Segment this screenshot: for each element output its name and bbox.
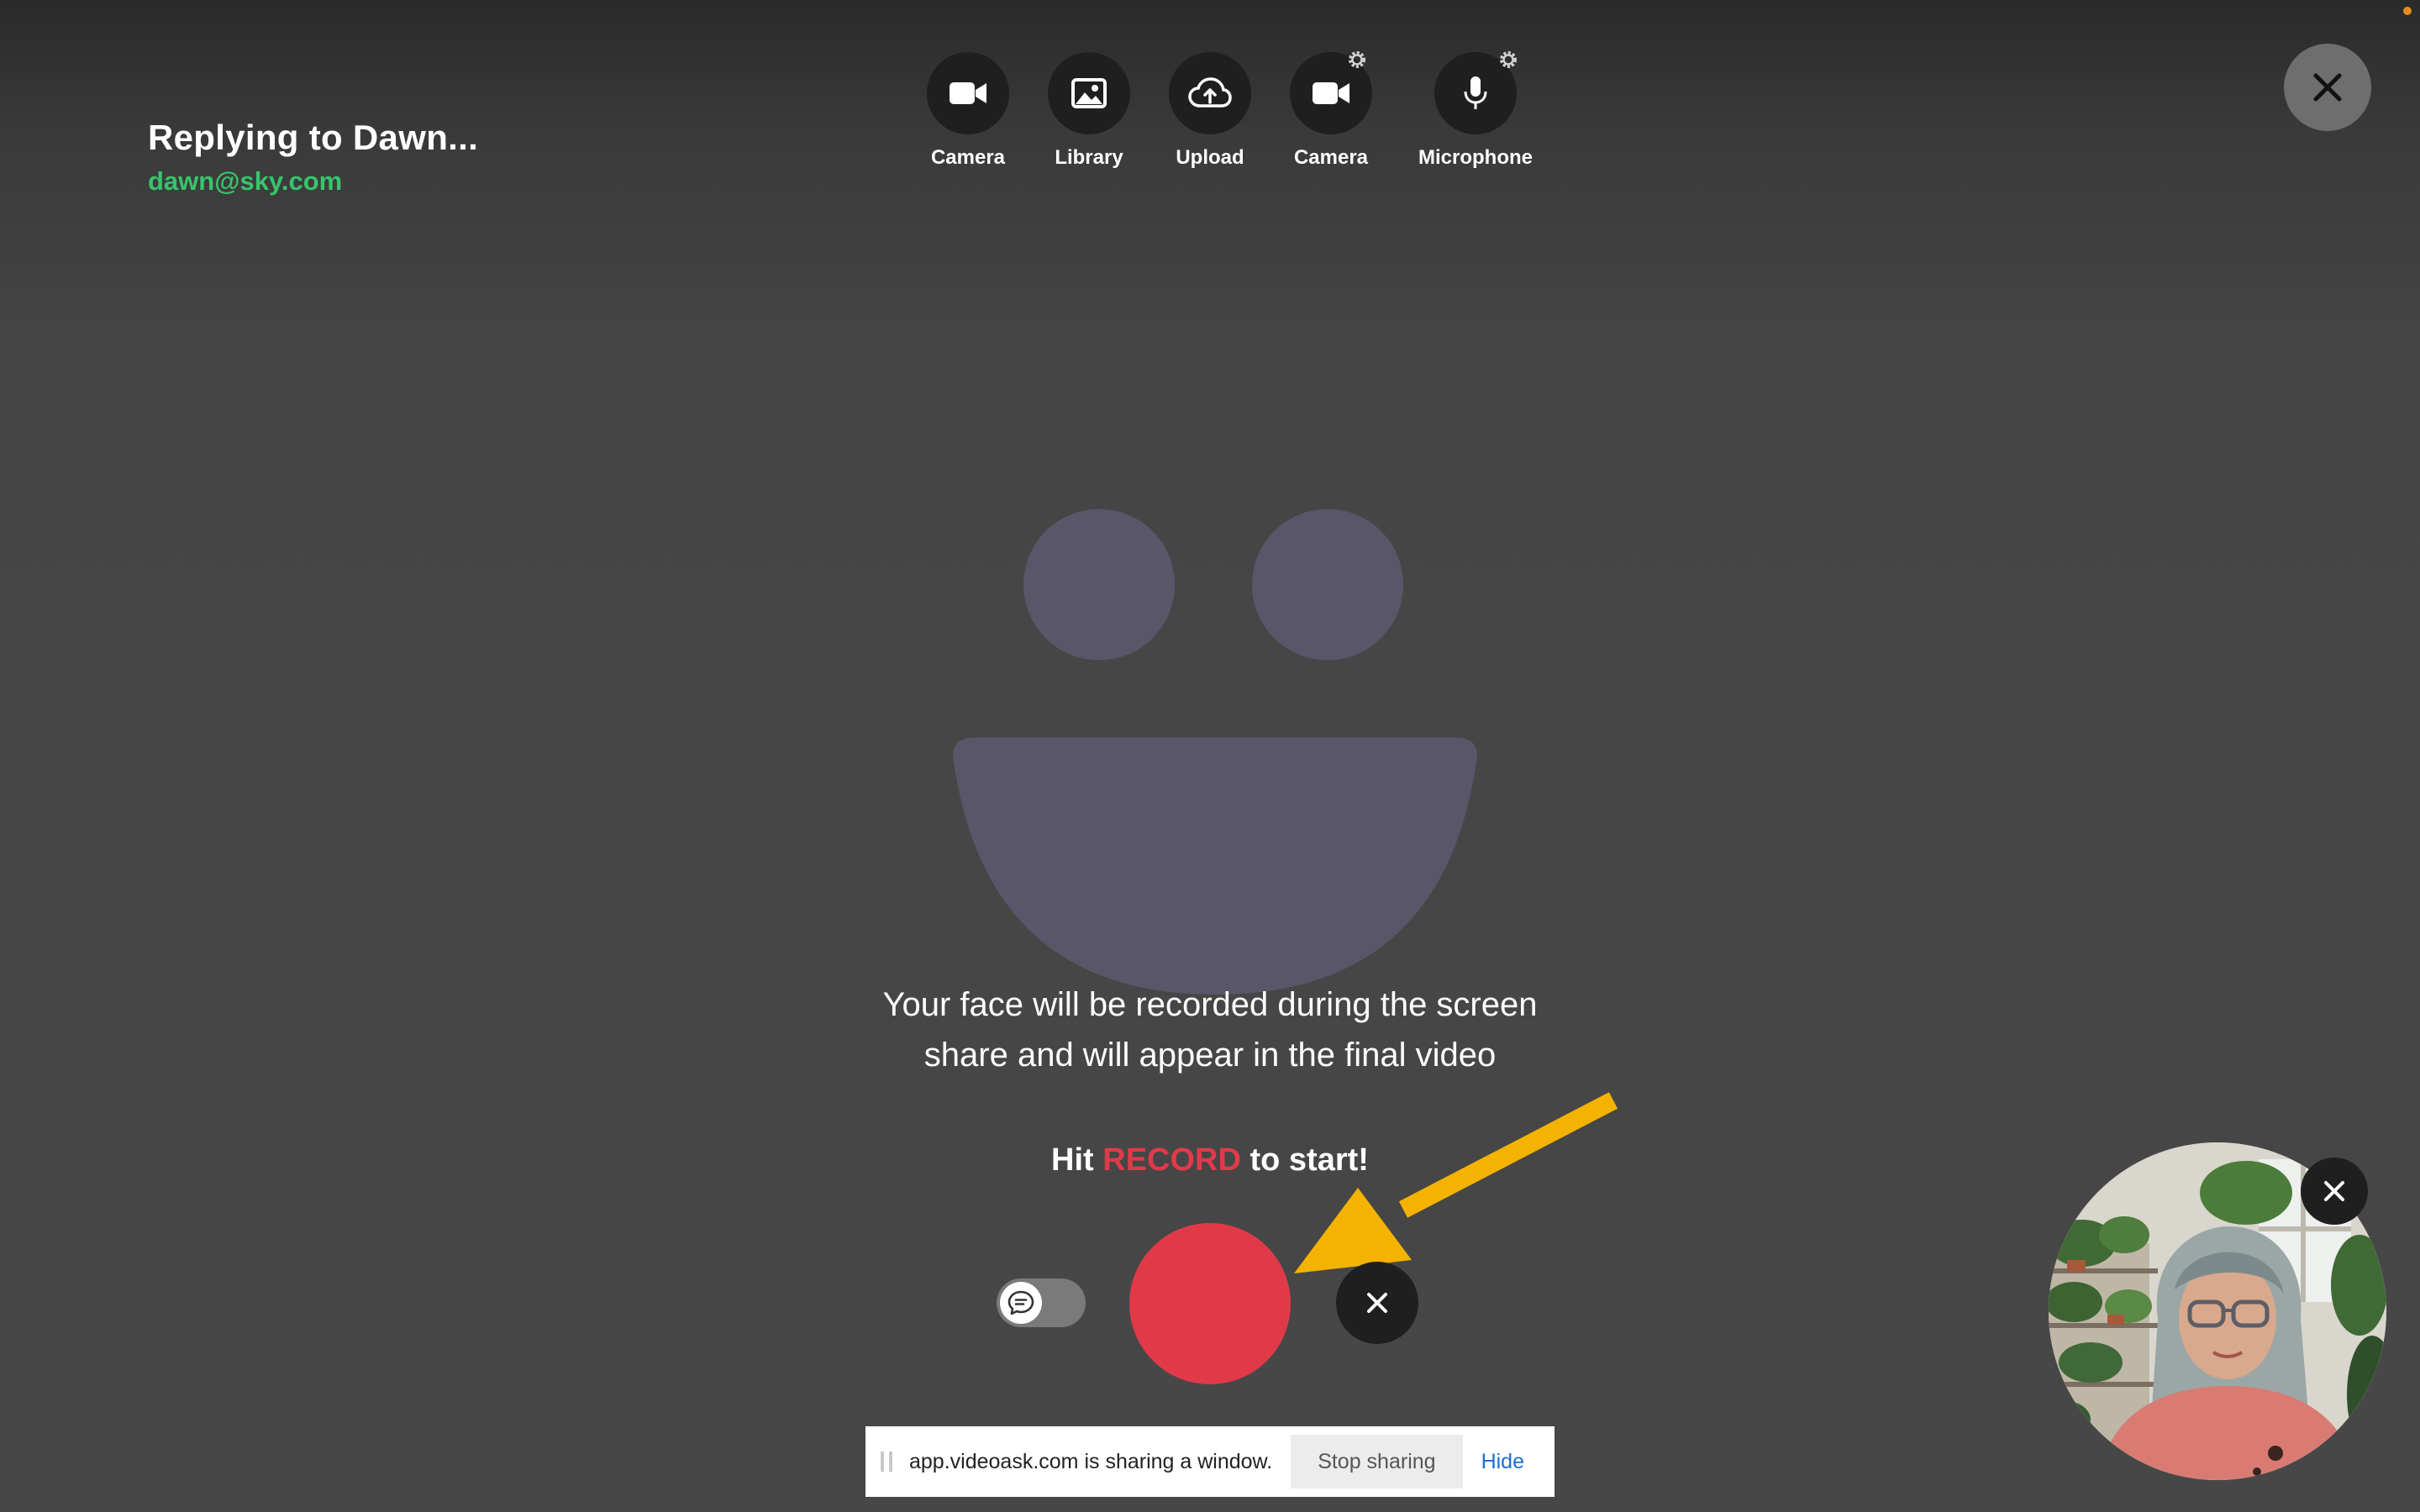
face-placeholder-illustration [953, 509, 1477, 995]
upload-button[interactable]: Upload [1150, 52, 1270, 170]
share-message: app.videoask.com is sharing a window. [909, 1449, 1273, 1473]
text-chat-toggle[interactable] [997, 1278, 1086, 1327]
cloud-upload-icon [1169, 52, 1251, 134]
cancel-button[interactable] [1336, 1262, 1418, 1344]
recipient-email: dawn@sky.com [148, 166, 343, 196]
gear-icon [1349, 51, 1365, 68]
record-button[interactable] [1129, 1223, 1291, 1384]
close-button[interactable] [2284, 44, 2371, 131]
info-line-2: share and will appear in the final video [923, 1037, 1497, 1074]
camera-settings-label: Camera [1293, 146, 1369, 169]
close-preview-button[interactable] [2301, 1158, 2368, 1225]
library-label: Library [1055, 146, 1123, 169]
stop-sharing-button[interactable]: Stop sharing [1291, 1435, 1463, 1488]
upload-label: Upload [1176, 146, 1244, 169]
close-icon [1367, 1293, 1387, 1313]
hide-link[interactable]: Hide [1481, 1450, 1524, 1474]
close-icon [2313, 73, 2342, 102]
toggle-knob [1000, 1282, 1042, 1324]
microphone-label: Microphone [1418, 146, 1533, 169]
source-toolbar: Camera Library Upload Camera Microphone [908, 51, 1551, 170]
image-icon [1048, 52, 1130, 134]
close-icon [2324, 1181, 2344, 1201]
camera-source-label: Camera [930, 146, 1006, 169]
record-keyword: RECORD [1102, 1142, 1241, 1178]
recording-indicator-dot [2403, 7, 2412, 15]
drag-handle[interactable] [881, 1452, 892, 1472]
gear-icon [1500, 51, 1517, 68]
recording-info-text: Your face will be recorded during the sc… [790, 979, 1630, 1080]
library-button[interactable]: Library [1028, 52, 1150, 170]
yellow-arrow-annotation [1294, 1092, 1618, 1273]
microphone-settings-button[interactable]: Microphone [1400, 51, 1551, 170]
video-camera-icon [927, 52, 1009, 134]
chat-bubble-icon [1007, 1290, 1034, 1315]
info-line-1: Your face will be recorded during the sc… [882, 986, 1538, 1023]
screen-share-banner: app.videoask.com is sharing a window. St… [865, 1426, 1555, 1497]
camera-source-button[interactable]: Camera [908, 52, 1028, 170]
recording-screen: Replying to Dawn... dawn@sky.com Camera … [0, 0, 2420, 1512]
page-title: Replying to Dawn... [148, 118, 479, 157]
hit-prefix: Hit [1051, 1142, 1094, 1178]
camera-settings-button[interactable]: Camera [1270, 51, 1392, 170]
